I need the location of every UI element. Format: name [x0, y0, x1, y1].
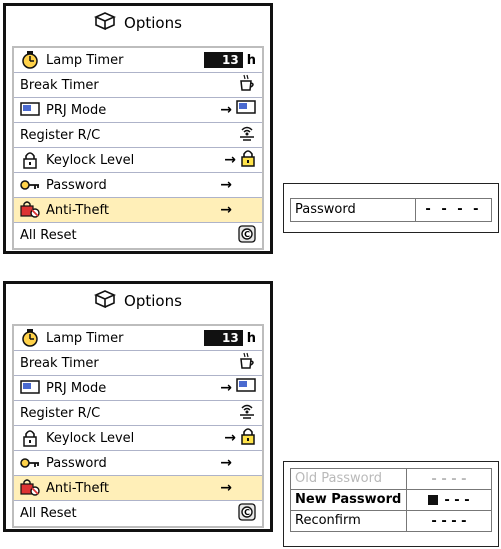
options-icon: [94, 290, 117, 312]
submenu-arrow: →: [220, 102, 232, 118]
projector-mode-icon: [20, 101, 40, 119]
menu-item-register-rc[interactable]: Register R/C: [14, 123, 262, 148]
options-title-bar: Options: [6, 6, 270, 40]
anti-theft-icon: [20, 201, 40, 219]
signal-icon: [238, 124, 256, 146]
lamp-timer-icon: [20, 329, 40, 347]
anti-theft-icon: [20, 479, 40, 497]
reconfirm-value: - - - -: [431, 513, 467, 529]
change-password-dialog: Old Password - - - - New Password - - - …: [283, 461, 499, 547]
options-title: Options: [124, 14, 182, 32]
options-panel-top: Options Lamp Timer 13 h Break Timer PRJ …: [3, 3, 273, 254]
reconfirm-row[interactable]: Reconfirm - - - -: [291, 511, 491, 531]
signal-icon: [238, 402, 256, 424]
menu-item-break-timer[interactable]: Break Timer: [14, 351, 262, 376]
submenu-arrow: →: [220, 380, 232, 396]
password-field[interactable]: Password - - - -: [290, 198, 492, 222]
old-password-label: Old Password: [291, 469, 407, 489]
submenu-arrow: →: [220, 455, 232, 471]
submenu-arrow: →: [220, 480, 232, 496]
menu-item-anti-theft[interactable]: Anti-Theft →: [14, 476, 262, 501]
menu-item-register-rc[interactable]: Register R/C: [14, 401, 262, 426]
lamp-timer-icon: [20, 51, 40, 69]
menu-item-label: Register R/C: [20, 405, 101, 421]
submenu-arrow: →: [224, 152, 236, 168]
options-panel-bottom: Options Lamp Timer 13 h Break Timer PRJ …: [3, 281, 273, 532]
svg-text:C: C: [244, 508, 250, 517]
cup-icon: [238, 352, 256, 374]
lamp-timer-unit: h: [246, 52, 256, 68]
projector-mode-icon: [20, 379, 40, 397]
menu-item-label: All Reset: [20, 228, 77, 243]
menu-item-label: Break Timer: [20, 77, 99, 93]
menu-item-keylock-level[interactable]: Keylock Level →: [14, 148, 262, 173]
lamp-timer-value: 13: [204, 330, 243, 346]
options-menu: Lamp Timer 13 h Break Timer PRJ Mode → R…: [12, 46, 264, 250]
menu-item-all-reset[interactable]: All Reset C: [14, 501, 262, 526]
menu-item-label: Break Timer: [20, 355, 99, 371]
menu-item-keylock-level[interactable]: Keylock Level →: [14, 426, 262, 451]
projector-mode-icon: [236, 99, 256, 121]
menu-item-prj-mode[interactable]: PRJ Mode →: [14, 98, 262, 123]
old-password-row[interactable]: Old Password - - - -: [291, 469, 491, 490]
new-password-value: - - -: [444, 492, 470, 508]
menu-item-lamp-timer[interactable]: Lamp Timer 13 h: [14, 48, 262, 73]
lamp-timer-unit: h: [246, 330, 256, 346]
menu-item-prj-mode[interactable]: PRJ Mode →: [14, 376, 262, 401]
new-password-label: New Password: [291, 490, 407, 510]
submenu-arrow: →: [220, 177, 232, 193]
reset-icon: C: [238, 224, 256, 247]
options-title-bar: Options: [6, 284, 270, 318]
options-icon: [94, 12, 117, 34]
password-dialog: Password - - - -: [283, 183, 499, 233]
submenu-arrow: →: [220, 202, 232, 218]
menu-item-password[interactable]: Password →: [14, 173, 262, 198]
reconfirm-label: Reconfirm: [291, 511, 407, 531]
password-value: - - - -: [425, 202, 482, 217]
menu-item-anti-theft[interactable]: Anti-Theft →: [14, 198, 262, 223]
projector-mode-icon: [236, 377, 256, 399]
cup-icon: [238, 74, 256, 96]
lock-icon: [240, 427, 256, 449]
menu-item-label: All Reset: [20, 506, 77, 521]
menu-item-break-timer[interactable]: Break Timer: [14, 73, 262, 98]
change-password-grid: Old Password - - - - New Password - - - …: [290, 468, 492, 532]
options-menu: Lamp Timer 13 h Break Timer PRJ Mode → R…: [12, 324, 264, 528]
lock-icon: [20, 151, 40, 169]
input-cursor: [428, 495, 439, 505]
reset-icon: C: [238, 502, 256, 525]
menu-item-password[interactable]: Password →: [14, 451, 262, 476]
menu-item-all-reset[interactable]: All Reset C: [14, 223, 262, 248]
old-password-value: - - - -: [431, 471, 467, 487]
password-label: Password: [291, 199, 416, 221]
key-icon: [20, 176, 40, 194]
lock-icon: [240, 149, 256, 171]
menu-item-lamp-timer[interactable]: Lamp Timer 13 h: [14, 326, 262, 351]
svg-text:C: C: [244, 230, 250, 239]
lamp-timer-value: 13: [204, 52, 243, 68]
lock-icon: [20, 429, 40, 447]
new-password-row[interactable]: New Password - - -: [291, 490, 491, 511]
submenu-arrow: →: [224, 430, 236, 446]
options-title: Options: [124, 292, 182, 310]
menu-item-label: Register R/C: [20, 127, 101, 143]
key-icon: [20, 454, 40, 472]
